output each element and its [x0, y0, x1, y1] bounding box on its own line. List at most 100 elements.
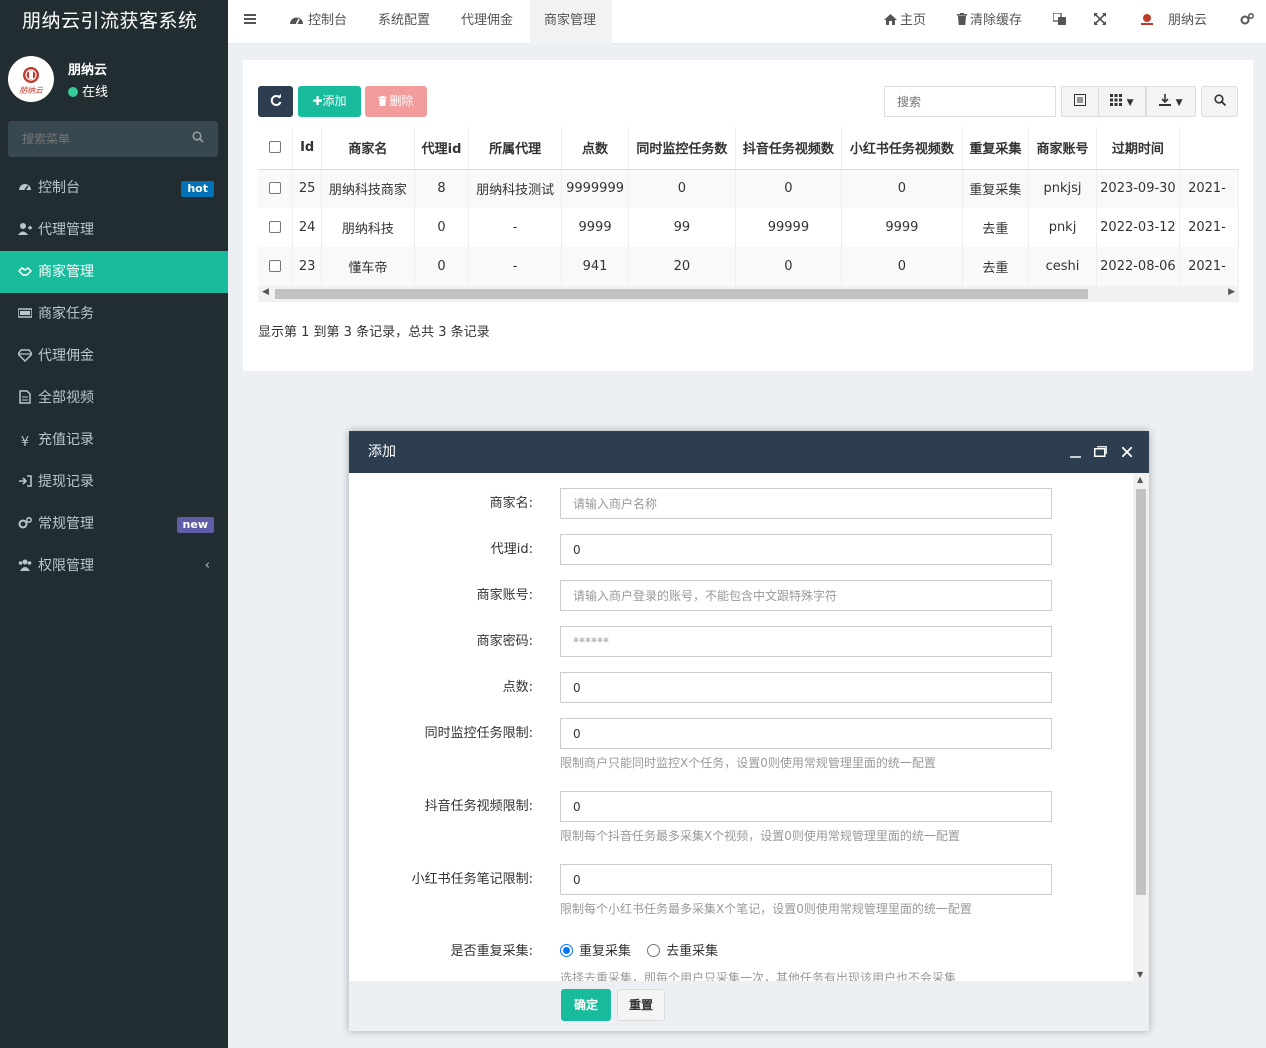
table-cell: 0: [628, 169, 736, 208]
monitor-limit-input[interactable]: [560, 718, 1052, 749]
sidebar-item-dashboard[interactable]: 控制台 hot: [0, 167, 228, 209]
sidebar-item-all-videos[interactable]: 全部视频: [0, 377, 228, 419]
add-button[interactable]: ✚添加: [298, 86, 361, 117]
search-button[interactable]: [1201, 86, 1238, 117]
hot-badge: hot: [181, 181, 214, 197]
points-input[interactable]: [560, 672, 1052, 703]
table-cell: 去重: [962, 208, 1030, 247]
file-icon: [18, 379, 32, 404]
dialog-scrollbar[interactable]: ▲ ▼: [1133, 473, 1149, 981]
export-button[interactable]: ▼: [1146, 86, 1196, 117]
diamond-icon: [17, 337, 33, 362]
tab-agent-commission[interactable]: 代理佣金: [447, 0, 527, 44]
column-header[interactable]: 重复采集: [962, 127, 1030, 170]
radio-checked-icon: [560, 944, 573, 957]
pagination-info: 显示第 1 到第 3 条记录，总共 3 条记录: [258, 325, 490, 340]
column-header[interactable]: 代理id: [414, 127, 470, 170]
table-cell: 懂车帝: [321, 247, 415, 286]
sidebar-item-withdraw[interactable]: 提现记录: [0, 461, 228, 503]
scroll-right-icon[interactable]: ▶: [1228, 287, 1235, 297]
chevron-left-icon: ‹: [204, 558, 210, 573]
table-cell: 朋纳科技商家: [321, 169, 415, 208]
sidebar-item-recharge[interactable]: ¥ 充值记录: [0, 419, 228, 461]
tab-merchant-manage[interactable]: 商家管理: [530, 0, 612, 44]
table-cell: 99: [628, 208, 736, 247]
refresh-button[interactable]: [258, 86, 293, 117]
xhs-limit-input[interactable]: [560, 864, 1052, 895]
sidebar-item-general[interactable]: 常规管理 new: [0, 503, 228, 545]
dialog-header[interactable]: 添加: [349, 431, 1149, 473]
add-merchant-dialog: 添加 商家名: 代理id: 商家账号: 商家密码: 点数:: [349, 431, 1149, 1031]
radio-repeat[interactable]: 重复采集: [560, 944, 631, 959]
table-cell: ceshi: [1028, 247, 1097, 286]
maximize-icon[interactable]: [1094, 431, 1107, 473]
list-view-icon: [1074, 94, 1086, 106]
merchant-password-input[interactable]: [560, 626, 1052, 657]
sidebar-item-permission[interactable]: 权限管理 ‹: [0, 545, 228, 587]
reset-button[interactable]: 重置: [617, 989, 665, 1021]
dashboard-icon: [290, 17, 303, 25]
avatar: 朋纳云: [8, 56, 54, 102]
scroll-left-icon[interactable]: ◀: [262, 287, 269, 297]
toggle-view-button[interactable]: [1061, 86, 1099, 117]
search-icon[interactable]: [192, 131, 204, 147]
caret-down-icon: ▼: [1175, 98, 1183, 108]
scrollbar-thumb[interactable]: [1136, 489, 1146, 895]
clear-cache-button[interactable]: 清除缓存: [957, 0, 1022, 44]
column-header[interactable]: 同时监控任务数: [628, 127, 736, 170]
column-header[interactable]: [1179, 127, 1239, 170]
table-cell: 25: [292, 169, 323, 208]
scroll-up-icon[interactable]: ▲: [1137, 475, 1143, 484]
column-header[interactable]: 小红书任务视频数: [841, 127, 963, 170]
radio-dedupe[interactable]: 去重采集: [647, 944, 718, 959]
horizontal-scrollbar[interactable]: ◀ ▶: [258, 286, 1239, 302]
column-header[interactable]: Id: [292, 127, 323, 170]
douyin-limit-input[interactable]: [560, 791, 1052, 822]
table-row[interactable]: 23 懂车帝 0 - 941 20 0 0 去重 ceshi 2022-08-0…: [258, 247, 1239, 286]
column-header[interactable]: 商家名: [321, 127, 415, 170]
column-header[interactable]: 点数: [561, 127, 630, 170]
row-checkbox[interactable]: [258, 247, 294, 286]
sidebar-item-agent-commission[interactable]: 代理佣金: [0, 335, 228, 377]
sidebar-item-agent-manage[interactable]: 代理管理: [0, 209, 228, 251]
fullscreen-icon[interactable]: [1094, 0, 1106, 44]
top-navbar: 控制台 系统配置 代理佣金 商家管理 主页 清除缓存 朋纳云: [228, 0, 1266, 44]
sidebar-item-merchant-manage[interactable]: 商家管理: [0, 251, 228, 293]
minimize-icon[interactable]: [1070, 431, 1081, 473]
close-icon[interactable]: [1121, 431, 1133, 473]
row-checkbox[interactable]: [258, 169, 294, 208]
column-header[interactable]: 所属代理: [468, 127, 562, 170]
app-title[interactable]: 朋纳云引流获客系统: [0, 0, 228, 44]
sidebar-item-label: 控制台: [38, 180, 80, 196]
agent-id-input[interactable]: [560, 534, 1052, 565]
sidebar-item-label: 代理佣金: [38, 348, 94, 364]
scrollbar-thumb[interactable]: [275, 289, 1088, 299]
menu-search-input[interactable]: [8, 121, 178, 157]
translate-icon[interactable]: [1052, 0, 1066, 44]
dialog-footer: 确定 重置: [349, 981, 1149, 1031]
merchant-account-input[interactable]: [560, 580, 1052, 611]
column-header[interactable]: 过期时间: [1096, 127, 1181, 170]
table-search-input[interactable]: [884, 86, 1056, 117]
settings-icon[interactable]: [1240, 0, 1254, 44]
caret-down-icon: ▼: [1126, 98, 1134, 108]
column-header[interactable]: 商家账号: [1028, 127, 1097, 170]
sidebar-item-label: 权限管理: [38, 558, 94, 574]
confirm-button[interactable]: 确定: [561, 989, 611, 1021]
menu-toggle-icon[interactable]: [244, 0, 256, 44]
merchant-name-input[interactable]: [560, 488, 1052, 519]
row-checkbox[interactable]: [258, 208, 294, 247]
help-text: 选择去重采集，即每个用户只采集一次，其他任务有出现该用户也不会采集: [560, 971, 957, 981]
select-all-checkbox[interactable]: [258, 127, 294, 170]
columns-button[interactable]: ▼: [1098, 86, 1146, 117]
scroll-down-icon[interactable]: ▼: [1137, 970, 1143, 979]
tab-dashboard[interactable]: 控制台: [276, 0, 361, 44]
column-header[interactable]: 抖音任务视频数: [735, 127, 843, 170]
tab-system-config[interactable]: 系统配置: [364, 0, 444, 44]
table-row[interactable]: 25 朋纳科技商家 8 朋纳科技测试 9999999 0 0 0 重复采集 pn…: [258, 169, 1239, 208]
user-menu[interactable]: 朋纳云: [1140, 0, 1207, 44]
sidebar-item-merchant-task[interactable]: 商家任务: [0, 293, 228, 335]
table-row[interactable]: 24 朋纳科技 0 - 9999 99 99999 9999 去重 pnkj 2…: [258, 208, 1239, 247]
home-link[interactable]: 主页: [884, 0, 926, 44]
delete-button[interactable]: 删除: [365, 86, 427, 117]
